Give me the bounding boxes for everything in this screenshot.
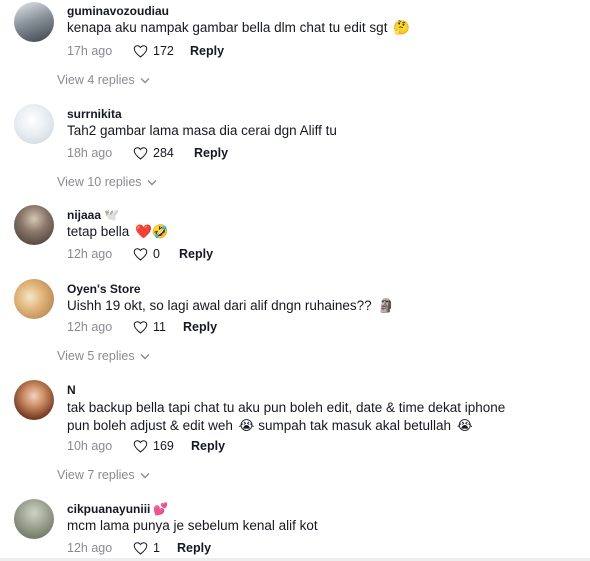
heart-outline-icon: [133, 45, 148, 58]
like-button[interactable]: 169: [133, 439, 174, 453]
comment-text: mcm lama punya je sebelum kenal alif kot: [67, 517, 537, 535]
comment-username[interactable]: Oyen's Store: [67, 282, 141, 296]
like-count: 284: [153, 146, 174, 160]
reply-button[interactable]: Reply: [194, 146, 228, 160]
avatar[interactable]: [14, 205, 54, 245]
chevron-down-icon: [140, 472, 150, 478]
comment-text-line: pun boleh adjust & edit weh 😭 sumpah tak…: [67, 417, 547, 435]
comment-time: 17h ago: [67, 44, 113, 58]
like-count: 1: [153, 541, 160, 555]
comment-text-body: mcm lama punya je sebelum kenal alif kot: [67, 518, 318, 533]
avatar[interactable]: [14, 380, 54, 420]
view-replies-button[interactable]: View 5 replies: [57, 349, 150, 363]
comment-emoji: 🤔: [393, 20, 411, 35]
heart-outline-icon: [133, 542, 148, 555]
reply-button[interactable]: Reply: [183, 320, 217, 334]
reply-button[interactable]: Reply: [177, 541, 211, 555]
comment-emoji: ❤️🤣: [135, 224, 169, 239]
reply-button[interactable]: Reply: [191, 439, 225, 453]
avatar[interactable]: [14, 104, 54, 144]
comment-text: tak backup bella tapi chat tu aku pun bo…: [67, 399, 547, 435]
avatar[interactable]: [14, 2, 54, 42]
like-button[interactable]: 11: [133, 320, 166, 334]
comment-emoji: 😭: [456, 418, 473, 433]
reply-button[interactable]: Reply: [179, 247, 213, 261]
comment-text-line: tak backup bella tapi chat tu aku pun bo…: [67, 400, 506, 415]
comment-time: 18h ago: [67, 146, 113, 160]
comment-text: Uishh 19 okt, so lagi awal dari alif dng…: [67, 297, 537, 315]
view-replies-label: View 4 replies: [57, 73, 135, 87]
username-emoji: 💕: [153, 502, 169, 516]
heart-outline-icon: [133, 440, 148, 453]
like-count: 172: [153, 44, 174, 58]
chevron-down-icon: [140, 77, 150, 83]
view-replies-label: View 7 replies: [57, 468, 135, 482]
view-replies-button[interactable]: View 10 replies: [57, 175, 157, 189]
comment-time: 12h ago: [67, 247, 113, 261]
comment-username[interactable]: cikpuanayuniii 💕: [67, 502, 168, 516]
comment-text-body: sumpah tak masuk akal betullah: [258, 418, 452, 433]
comment-username[interactable]: N: [67, 383, 76, 397]
comment-time: 12h ago: [67, 320, 113, 334]
comment-text-body: Uishh 19 okt, so lagi awal dari alif dng…: [67, 298, 372, 313]
like-count: 0: [153, 247, 160, 261]
heart-outline-icon: [133, 147, 148, 160]
comment-username[interactable]: guminavozoudiau: [67, 4, 169, 18]
view-replies-button[interactable]: View 4 replies: [57, 73, 150, 87]
comment-time: 10h ago: [67, 439, 113, 453]
comment-text-body: Tah2 gambar lama masa dia cerai dgn Alif…: [67, 123, 337, 138]
chevron-down-icon: [140, 353, 150, 359]
avatar[interactable]: [14, 279, 54, 319]
like-button[interactable]: 172: [133, 44, 174, 58]
avatar[interactable]: [14, 499, 54, 539]
like-count: 11: [153, 320, 166, 334]
comment-text: kenapa aku nampak gambar bella dlm chat …: [67, 19, 537, 37]
like-button[interactable]: 0: [133, 247, 160, 261]
comment-text: Tah2 gambar lama masa dia cerai dgn Alif…: [67, 122, 537, 140]
view-replies-button[interactable]: View 7 replies: [57, 468, 150, 482]
view-replies-label: View 5 replies: [57, 349, 135, 363]
like-button[interactable]: 1: [133, 541, 160, 555]
comment-text-body: pun boleh adjust & edit weh: [67, 418, 233, 433]
reply-button[interactable]: Reply: [190, 44, 224, 58]
chevron-down-icon: [147, 179, 157, 185]
comment-emoji: 🗿: [377, 298, 395, 313]
username-text: nijaaa: [67, 208, 102, 222]
comment-text-body: tetap bella: [67, 224, 130, 239]
comment-username[interactable]: surrnikita: [67, 107, 122, 121]
like-count: 169: [153, 439, 174, 453]
heart-outline-icon: [133, 321, 148, 334]
like-button[interactable]: 284: [133, 146, 174, 160]
comment-emoji: 😭: [238, 418, 255, 433]
username-text: cikpuanayuniii: [67, 502, 151, 516]
view-replies-label: View 10 replies: [57, 175, 142, 189]
heart-outline-icon: [133, 248, 148, 261]
comment-text-body: kenapa aku nampak gambar bella dlm chat …: [67, 20, 388, 35]
username-emoji: 🕊️: [104, 208, 119, 222]
comment-time: 12h ago: [67, 541, 113, 555]
comment-text: tetap bella ❤️🤣: [67, 223, 537, 241]
comment-username[interactable]: nijaaa 🕊️: [67, 208, 119, 222]
